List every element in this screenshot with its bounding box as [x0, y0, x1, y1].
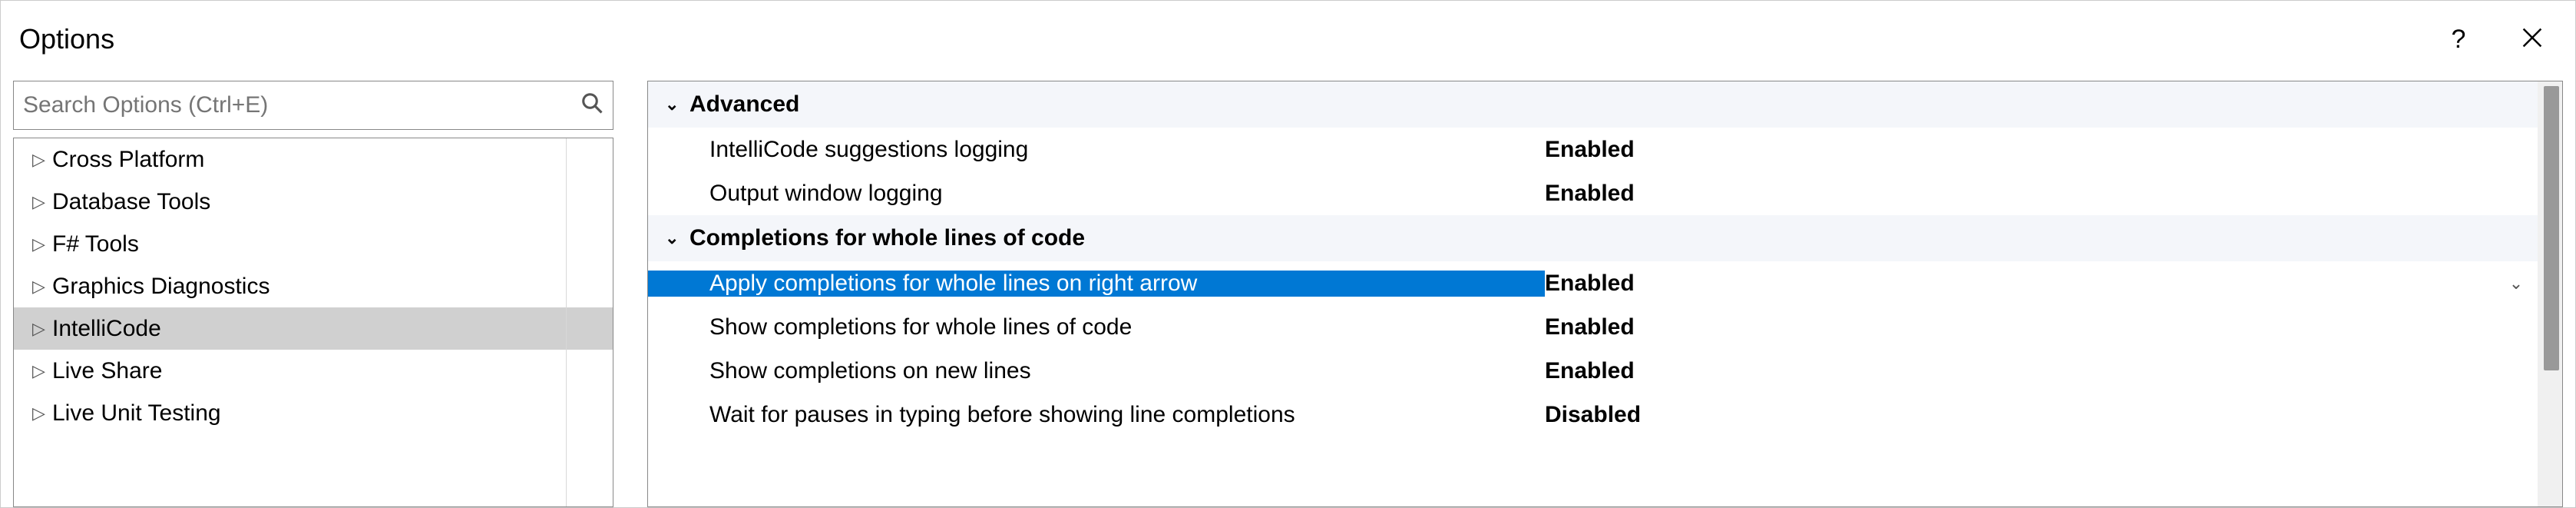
- group-name: Advanced: [689, 91, 799, 118]
- setting-value[interactable]: Enabled: [1545, 358, 2504, 384]
- settings-grid[interactable]: ⌄AdvancedIntelliCode suggestions logging…: [648, 81, 2538, 506]
- tree-item-label: Live Share: [52, 358, 162, 384]
- close-button[interactable]: [2508, 15, 2557, 64]
- expand-down-icon: ⌄: [665, 228, 689, 248]
- tree-item-label: Live Unit Testing: [52, 400, 221, 427]
- tree-item-f-tools[interactable]: ▷F# Tools: [14, 223, 613, 265]
- expand-right-icon: ▷: [32, 403, 52, 423]
- tree-item-graphics-diagnostics[interactable]: ▷Graphics Diagnostics: [14, 265, 613, 307]
- search-box[interactable]: [13, 81, 613, 130]
- setting-label: Apply completions for whole lines on rig…: [648, 271, 1545, 297]
- content-area: ▷Cross Platform▷Database Tools▷F# Tools▷…: [1, 81, 2575, 507]
- expand-right-icon: ▷: [32, 277, 52, 297]
- setting-value[interactable]: Enabled: [1545, 181, 2504, 207]
- help-icon: ?: [2452, 25, 2466, 55]
- left-pane: ▷Cross Platform▷Database Tools▷F# Tools▷…: [13, 81, 613, 507]
- setting-value[interactable]: Disabled: [1545, 402, 2504, 428]
- tree-item-label: Cross Platform: [52, 147, 204, 173]
- setting-row[interactable]: Show completions on new linesEnabled⌄: [648, 349, 2538, 393]
- tree-item-live-unit-testing[interactable]: ▷Live Unit Testing: [14, 392, 613, 434]
- search-input[interactable]: [23, 92, 580, 118]
- setting-label: Show completions on new lines: [648, 358, 1545, 384]
- setting-label: Show completions for whole lines of code: [648, 314, 1545, 340]
- tree-item-label: Database Tools: [52, 189, 210, 215]
- expand-right-icon: ▷: [32, 234, 52, 254]
- expand-right-icon: ▷: [32, 150, 52, 170]
- expand-right-icon: ▷: [32, 361, 52, 381]
- help-button[interactable]: ?: [2434, 15, 2483, 64]
- setting-row[interactable]: IntelliCode suggestions loggingEnabled⌄: [648, 128, 2538, 171]
- group-header[interactable]: ⌄Advanced: [648, 81, 2538, 128]
- close-icon: [2522, 25, 2542, 55]
- setting-label: IntelliCode suggestions logging: [648, 137, 1545, 163]
- setting-row[interactable]: Apply completions for whole lines on rig…: [648, 261, 2538, 305]
- group-name: Completions for whole lines of code: [689, 225, 1085, 251]
- chevron-down-icon[interactable]: ⌄: [2504, 274, 2538, 294]
- search-icon: [580, 91, 603, 120]
- setting-value[interactable]: Enabled: [1545, 137, 2504, 163]
- scrollbar[interactable]: [2538, 81, 2562, 506]
- window-title: Options: [19, 23, 2409, 55]
- setting-value[interactable]: Enabled: [1545, 314, 2504, 340]
- setting-row[interactable]: Output window loggingEnabled⌄: [648, 171, 2538, 215]
- group-header[interactable]: ⌄Completions for whole lines of code: [648, 215, 2538, 261]
- tree-item-label: F# Tools: [52, 231, 139, 257]
- tree-divider: [566, 138, 567, 506]
- tree-item-database-tools[interactable]: ▷Database Tools: [14, 181, 613, 223]
- expand-right-icon: ▷: [32, 192, 52, 212]
- setting-label: Wait for pauses in typing before showing…: [648, 402, 1545, 428]
- expand-down-icon: ⌄: [665, 95, 689, 115]
- setting-row[interactable]: Wait for pauses in typing before showing…: [648, 393, 2538, 437]
- tree-item-label: Graphics Diagnostics: [52, 274, 270, 300]
- category-tree[interactable]: ▷Cross Platform▷Database Tools▷F# Tools▷…: [13, 138, 613, 507]
- scrollbar-thumb[interactable]: [2544, 86, 2559, 370]
- setting-row[interactable]: Show completions for whole lines of code…: [648, 305, 2538, 349]
- tree-item-intellicode[interactable]: ▷IntelliCode: [14, 307, 613, 350]
- settings-pane: ⌄AdvancedIntelliCode suggestions logging…: [647, 81, 2563, 507]
- setting-label: Output window logging: [648, 181, 1545, 207]
- titlebar: Options ?: [1, 1, 2575, 81]
- setting-value[interactable]: Enabled: [1545, 271, 2504, 297]
- tree-item-live-share[interactable]: ▷Live Share: [14, 350, 613, 392]
- tree-item-cross-platform[interactable]: ▷Cross Platform: [14, 138, 613, 181]
- tree-item-label: IntelliCode: [52, 316, 161, 342]
- expand-right-icon: ▷: [32, 319, 52, 339]
